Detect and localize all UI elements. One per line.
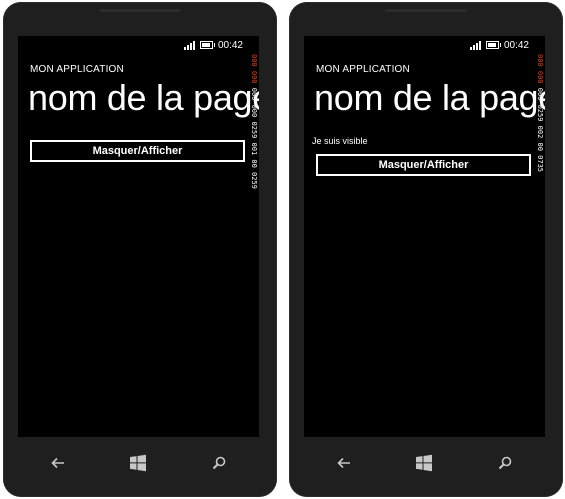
hardware-nav-bar (304, 447, 545, 479)
status-bar: 00:42 (183, 38, 243, 52)
counter-red: 000 000 (536, 54, 544, 84)
status-time: 00:42 (217, 39, 243, 51)
signal-icon (469, 40, 481, 50)
back-button[interactable] (329, 451, 359, 475)
search-icon (498, 456, 512, 470)
page-title: nom de la page (314, 77, 545, 118)
speaker-grille (99, 9, 181, 12)
search-button[interactable] (490, 451, 520, 475)
hardware-nav-bar (18, 447, 259, 479)
counter-white: 000 000 0259 001 00 0259 (250, 87, 258, 189)
battery-icon (199, 41, 215, 49)
status-time: 00:42 (503, 39, 529, 51)
start-button[interactable] (409, 451, 439, 475)
screen-right: 00:42 MON APPLICATION nom de la page Je … (304, 36, 545, 437)
frame-rate-counters: 000 000 000 000 0259 001 00 0259 (249, 54, 259, 189)
screen-left: 00:42 MON APPLICATION nom de la page Mas… (18, 36, 259, 437)
toggle-visibility-button[interactable]: Masquer/Afficher (316, 154, 531, 176)
counter-red: 000 000 (250, 54, 258, 84)
search-icon (212, 456, 226, 470)
toggle-visibility-button[interactable]: Masquer/Afficher (30, 140, 245, 162)
back-arrow-icon (51, 457, 65, 469)
page-title: nom de la page (28, 77, 259, 118)
phone-frame-right: 00:42 MON APPLICATION nom de la page Je … (289, 2, 563, 497)
frame-rate-counters: 000 000 000 0259 002 00 0735 (535, 54, 545, 172)
battery-icon (485, 41, 501, 49)
back-button[interactable] (43, 451, 73, 475)
windows-logo-icon (130, 454, 147, 472)
app-title: MON APPLICATION (316, 64, 410, 75)
speaker-grille (385, 9, 467, 12)
start-button[interactable] (123, 451, 153, 475)
app-title: MON APPLICATION (30, 64, 124, 75)
visible-textblock: Je suis visible (312, 136, 368, 146)
back-arrow-icon (337, 457, 351, 469)
counter-white: 000 0259 002 00 0735 (536, 87, 544, 173)
signal-icon (183, 40, 195, 50)
search-button[interactable] (204, 451, 234, 475)
windows-logo-icon (416, 454, 433, 472)
status-bar: 00:42 (469, 38, 529, 52)
phone-frame-left: 00:42 MON APPLICATION nom de la page Mas… (3, 2, 277, 497)
